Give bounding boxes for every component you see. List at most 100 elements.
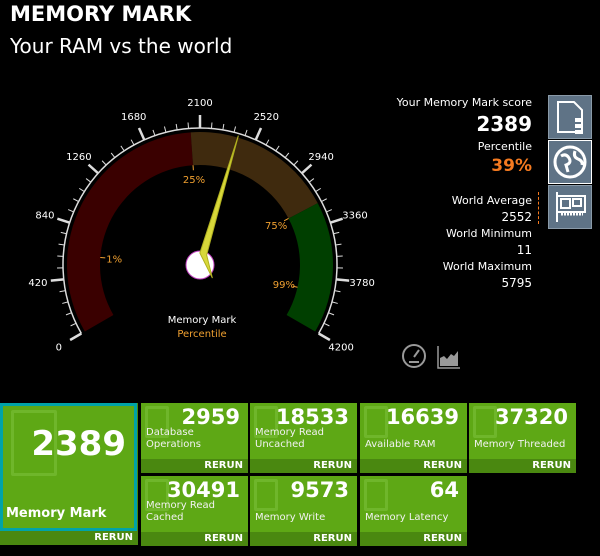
memory-mark-tile[interactable]: 2389 Memory Mark RERUN (0, 403, 138, 545)
minor-tick (328, 312, 335, 316)
rerun-button[interactable]: RERUN (469, 459, 576, 473)
minor-tick (59, 290, 66, 293)
minor-tick (331, 301, 338, 304)
minor-tick (222, 123, 225, 131)
tick-label: 840 (35, 211, 54, 222)
tile-label: Memory Write (255, 512, 326, 523)
gauge-band (190, 132, 318, 219)
speedometer-icon[interactable] (401, 343, 427, 369)
tile-value: 16639 (385, 405, 459, 429)
major-tick (137, 127, 146, 141)
world-maximum-value: 5795 (501, 276, 532, 290)
divider (538, 192, 539, 224)
tile-value: 2959 (181, 405, 240, 429)
minor-tick (334, 290, 341, 293)
tile-label: Memory Mark (6, 506, 107, 521)
minor-tick (335, 243, 342, 246)
tile-label: Memory Threaded (474, 439, 566, 450)
test-tile[interactable]: 2959 Database Operations RERUN (141, 403, 248, 473)
gauge-label: Memory Mark (168, 315, 237, 326)
minor-tick (120, 145, 125, 152)
minor-tick (110, 152, 116, 158)
gauge-sublabel: Percentile (177, 329, 226, 340)
ram-chip-icon (364, 479, 388, 511)
major-tick (50, 278, 64, 282)
tick-label: 0 (56, 343, 62, 354)
tile-value: 18533 (275, 405, 349, 429)
rerun-button[interactable]: RERUN (360, 459, 467, 473)
tick-label: 4200 (328, 343, 353, 354)
tile-label: Memory Read Cached (146, 500, 215, 523)
document-icon[interactable] (548, 95, 592, 139)
tile-value: 37320 (494, 405, 568, 429)
minor-tick (60, 231, 67, 235)
world-minimum-label: World Minimum (446, 227, 532, 240)
major-tick (336, 278, 350, 282)
gauge-band (286, 203, 333, 332)
major-tick (300, 163, 313, 175)
minor-tick (210, 122, 213, 129)
test-tile[interactable]: 64 Memory Latency RERUN (360, 476, 467, 546)
rerun-button[interactable]: RERUN (360, 532, 467, 546)
tile-label: Memory Read Uncached (255, 427, 324, 450)
world-average-label: World Average (451, 194, 532, 207)
minor-tick (244, 129, 248, 136)
test-tile[interactable]: 16639 Available RAM RERUN (360, 403, 467, 473)
minor-tick (62, 301, 69, 304)
minor-tick (187, 122, 190, 129)
test-tile[interactable]: 18533 Memory Read Uncached RERUN (250, 403, 357, 473)
tick-label: 1680 (121, 112, 146, 123)
major-tick (329, 217, 344, 224)
chart-icon[interactable] (436, 344, 462, 370)
minor-tick (67, 209, 74, 213)
tick-label: 3360 (342, 211, 367, 222)
gauge: 0 420 840 1260 1680 2100 2520 2940 3360 3780 4200 1… (28, 98, 374, 354)
percentile-label: 75% (265, 221, 287, 232)
ram-chip-icon (254, 479, 278, 511)
minor-tick (101, 160, 107, 166)
major-tick (87, 163, 100, 175)
test-tile[interactable]: 9573 Memory Write RERUN (250, 476, 357, 546)
score-label: Your Memory Mark score (396, 96, 532, 109)
minor-tick (130, 139, 135, 146)
ram-card-icon[interactable] (548, 185, 592, 229)
rerun-button[interactable]: RERUN (0, 531, 138, 545)
percentile-label: 25% (183, 175, 205, 186)
tile-label: Database Operations (146, 427, 201, 450)
minor-tick (78, 187, 85, 193)
test-tile[interactable]: 30491 Memory Read Cached RERUN (141, 476, 248, 546)
percentile-label: 99% (273, 280, 295, 291)
tick-label: 2100 (187, 98, 212, 109)
tile-label: Available RAM (365, 439, 436, 450)
rerun-button[interactable]: RERUN (141, 459, 248, 473)
minor-tick (58, 243, 65, 246)
world-maximum-label: World Maximum (442, 260, 532, 273)
minor-tick (70, 322, 77, 327)
globe-icon[interactable] (548, 140, 592, 184)
page-title: MEMORY MARK (10, 2, 192, 26)
percentile-label: Percentile (477, 140, 532, 153)
tick-label: 2940 (308, 152, 333, 163)
tile-value: 9573 (290, 478, 349, 502)
major-tick (56, 217, 71, 224)
rerun-button[interactable]: RERUN (141, 532, 248, 546)
ram-chip-icon (473, 406, 497, 438)
tile-value: 30491 (166, 478, 240, 502)
major-tick (318, 332, 331, 342)
minor-tick (293, 160, 299, 166)
ram-chip-icon (364, 406, 388, 438)
minor-tick (85, 178, 92, 183)
test-tile[interactable]: 37320 Memory Threaded RERUN (469, 403, 576, 473)
world-average-value: 2552 (501, 210, 532, 224)
minor-tick (233, 126, 237, 133)
major-tick (69, 332, 82, 342)
rerun-button[interactable]: RERUN (250, 459, 357, 473)
world-minimum-value: 11 (516, 243, 532, 257)
minor-tick (175, 123, 178, 131)
tick-label: 1260 (66, 152, 91, 163)
tile-value: 2389 (31, 424, 126, 464)
minor-tick (315, 187, 322, 193)
rerun-button[interactable]: RERUN (250, 532, 357, 546)
minor-tick (73, 198, 79, 202)
tick-label: 3780 (349, 278, 374, 289)
